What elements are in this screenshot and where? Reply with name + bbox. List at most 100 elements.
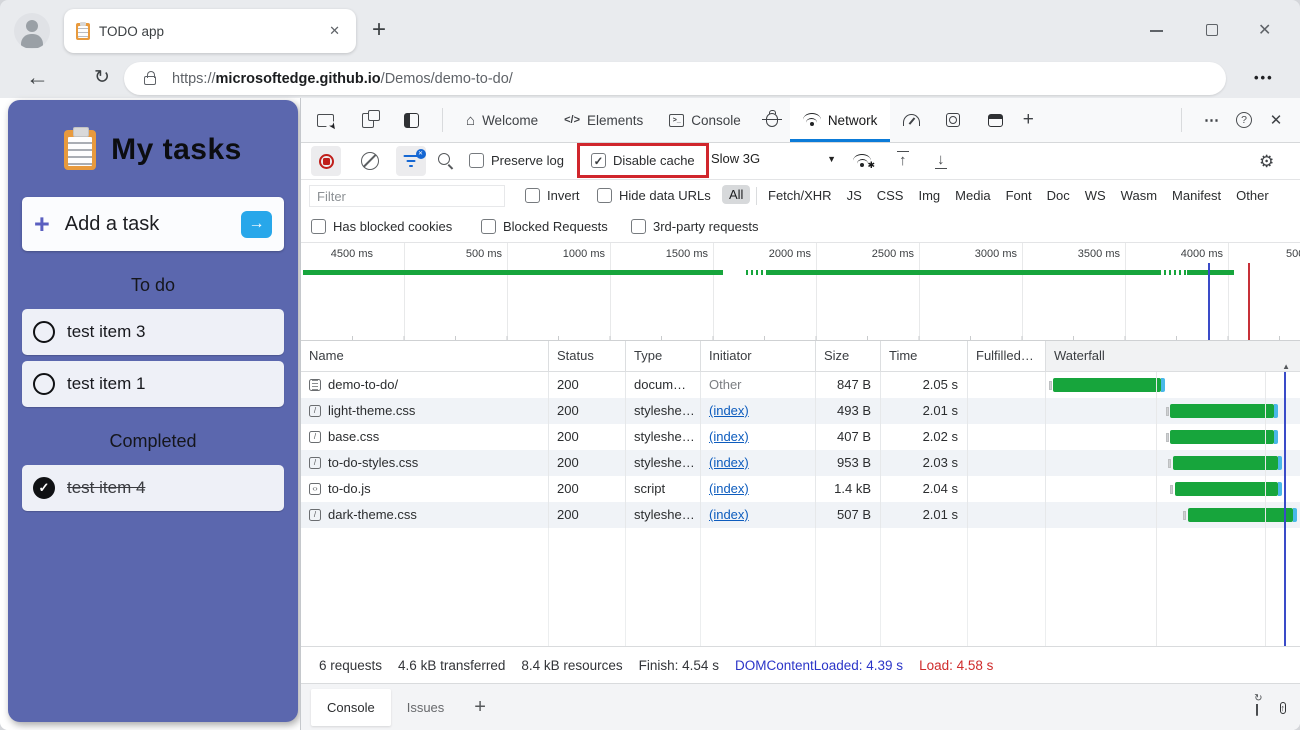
task-checkbox-checked[interactable]: ✓ [33, 477, 55, 499]
drawer-3d-view-button[interactable] [1256, 700, 1258, 715]
inspect-element-button[interactable] [313, 108, 337, 132]
tab-welcome[interactable]: ⌂Welcome [453, 98, 551, 142]
filter-type-js[interactable]: JS [847, 188, 862, 203]
lock-icon[interactable] [144, 76, 156, 85]
issues-button[interactable] [760, 108, 784, 132]
table-row[interactable]: /dark-theme.css 200 styleshe… (index) 50… [301, 502, 1300, 528]
clear-network-log-button[interactable] [361, 152, 379, 170]
browser-tab[interactable]: TODO app ✕ [64, 9, 356, 53]
table-row[interactable]: demo-to-do/ 200 docum… Other 847 B 2.05 … [301, 372, 1300, 398]
drawer-tab-console[interactable]: Console [311, 689, 391, 726]
table-row[interactable]: /base.css 200 styleshe… (index) 407 B 2.… [301, 424, 1300, 450]
performance-button[interactable] [899, 108, 923, 132]
tab-network[interactable]: Network [790, 98, 891, 142]
window-close-button[interactable]: ✕ [1258, 20, 1271, 40]
column-header-size[interactable]: Size [816, 341, 881, 371]
has-blocked-cookies-option[interactable]: Has blocked cookies [311, 219, 452, 234]
tab-elements[interactable]: </>Elements [551, 98, 656, 142]
request-filter-row: Has blocked cookies Blocked Requests 3rd… [301, 212, 1300, 243]
column-header-initiator[interactable]: Initiator [701, 341, 816, 371]
column-header-name[interactable]: Name [301, 341, 549, 371]
drawer-expand-button[interactable] [1280, 699, 1287, 715]
profile-avatar[interactable] [14, 13, 50, 49]
column-header-waterfall[interactable]: Waterfall▲ [1046, 341, 1300, 371]
browser-more-menu[interactable]: ••• [1254, 70, 1274, 85]
device-emulation-button[interactable] [356, 108, 380, 132]
drawer-tab-issues[interactable]: Issues [391, 689, 461, 726]
tab-close-icon[interactable]: ✕ [325, 21, 344, 41]
dock-side-button[interactable] [399, 108, 423, 132]
initiator-link[interactable]: (index) [709, 481, 749, 496]
has-blocked-cookies-checkbox[interactable] [311, 219, 326, 234]
devtools-help-button[interactable]: ? [1232, 108, 1256, 132]
window-minimize-button[interactable] [1150, 30, 1163, 32]
initiator-link[interactable]: (index) [709, 429, 749, 444]
search-button[interactable] [438, 153, 450, 165]
filter-toggle-button[interactable] [396, 146, 426, 176]
requests-table: Name Status Type Initiator Size Time Ful… [301, 341, 1300, 646]
task-checkbox[interactable] [33, 373, 55, 395]
filter-input[interactable] [309, 185, 505, 207]
filter-type-wasm[interactable]: Wasm [1121, 188, 1157, 203]
third-party-requests-option[interactable]: 3rd-party requests [631, 219, 759, 234]
network-conditions-button[interactable]: ✱ [853, 154, 871, 168]
devtools-more-menu[interactable]: ⋯ [1200, 108, 1224, 132]
disable-cache-checkbox[interactable] [591, 153, 606, 168]
add-task-input[interactable]: Add a task [65, 213, 241, 236]
hide-data-urls-checkbox[interactable] [597, 188, 612, 203]
table-row[interactable]: /light-theme.css 200 styleshe… (index) 4… [301, 398, 1300, 424]
filter-type-manifest[interactable]: Manifest [1172, 188, 1221, 203]
filter-type-other[interactable]: Other [1236, 188, 1269, 203]
record-network-log-button[interactable] [311, 146, 341, 176]
export-har-button[interactable]: ↓ [935, 151, 947, 169]
network-overview-timeline[interactable]: 500 ms 1000 ms 1500 ms 2000 ms 2500 ms 3… [301, 243, 1300, 341]
disable-cache-option[interactable]: Disable cache [591, 153, 695, 168]
filter-type-doc[interactable]: Doc [1047, 188, 1070, 203]
third-party-requests-checkbox[interactable] [631, 219, 646, 234]
more-tools-button[interactable] [983, 108, 1007, 132]
filter-type-ws[interactable]: WS [1085, 188, 1106, 203]
filter-type-css[interactable]: CSS [877, 188, 904, 203]
tab-console[interactable]: >_Console [656, 98, 754, 142]
drawer-add-tab-button[interactable]: + [474, 696, 486, 719]
window-maximize-button[interactable] [1206, 24, 1218, 36]
column-header-fulfilled[interactable]: Fulfilled… [968, 341, 1046, 371]
task-item-completed[interactable]: ✓ test item 4 [22, 465, 284, 511]
back-button[interactable]: ← [26, 64, 49, 91]
table-row[interactable]: /to-do-styles.css 200 styleshe… (index) … [301, 450, 1300, 476]
initiator-link[interactable]: (index) [709, 403, 749, 418]
task-item[interactable]: test item 3 [22, 309, 284, 355]
preserve-log-checkbox[interactable] [469, 153, 484, 168]
filter-type-media[interactable]: Media [955, 188, 990, 203]
filter-type-font[interactable]: Font [1006, 188, 1032, 203]
blocked-requests-option[interactable]: Blocked Requests [481, 219, 608, 234]
add-task-submit-button[interactable]: → [241, 211, 272, 238]
reload-button[interactable]: ↻ [94, 66, 110, 89]
column-header-type[interactable]: Type [626, 341, 701, 371]
network-settings-button[interactable]: ⚙ [1259, 152, 1274, 172]
throttling-dropdown[interactable]: Slow 3G ▼ [711, 151, 836, 166]
column-header-status[interactable]: Status [549, 341, 626, 371]
initiator-link[interactable]: (index) [709, 507, 749, 522]
filter-type-fetch-xhr[interactable]: Fetch/XHR [768, 188, 832, 203]
address-bar[interactable]: https://microsoftedge.github.io/Demos/de… [124, 62, 1226, 95]
blocked-requests-checkbox[interactable] [481, 219, 496, 234]
task-checkbox[interactable] [33, 321, 55, 343]
invert-option[interactable]: Invert [525, 188, 580, 203]
divider [756, 187, 757, 205]
filter-type-img[interactable]: Img [918, 188, 940, 203]
new-tab-button[interactable]: + [372, 18, 386, 42]
hide-data-urls-option[interactable]: Hide data URLs [597, 188, 711, 203]
application-button[interactable] [941, 108, 965, 132]
import-har-button[interactable]: ↑ [897, 151, 909, 169]
initiator-link[interactable]: (index) [709, 455, 749, 470]
add-panel-button[interactable]: + [1016, 108, 1040, 132]
table-row[interactable]: ‹›to-do.js 200 script (index) 1.4 kB 2.0… [301, 476, 1300, 502]
devtools-close-button[interactable]: ✕ [1264, 108, 1288, 132]
filter-type-all[interactable]: All [722, 185, 750, 204]
invert-checkbox[interactable] [525, 188, 540, 203]
preserve-log-option[interactable]: Preserve log [469, 153, 564, 168]
task-item[interactable]: test item 1 [22, 361, 284, 407]
column-header-time[interactable]: Time [881, 341, 968, 371]
add-task-card[interactable]: + Add a task → [22, 197, 284, 251]
